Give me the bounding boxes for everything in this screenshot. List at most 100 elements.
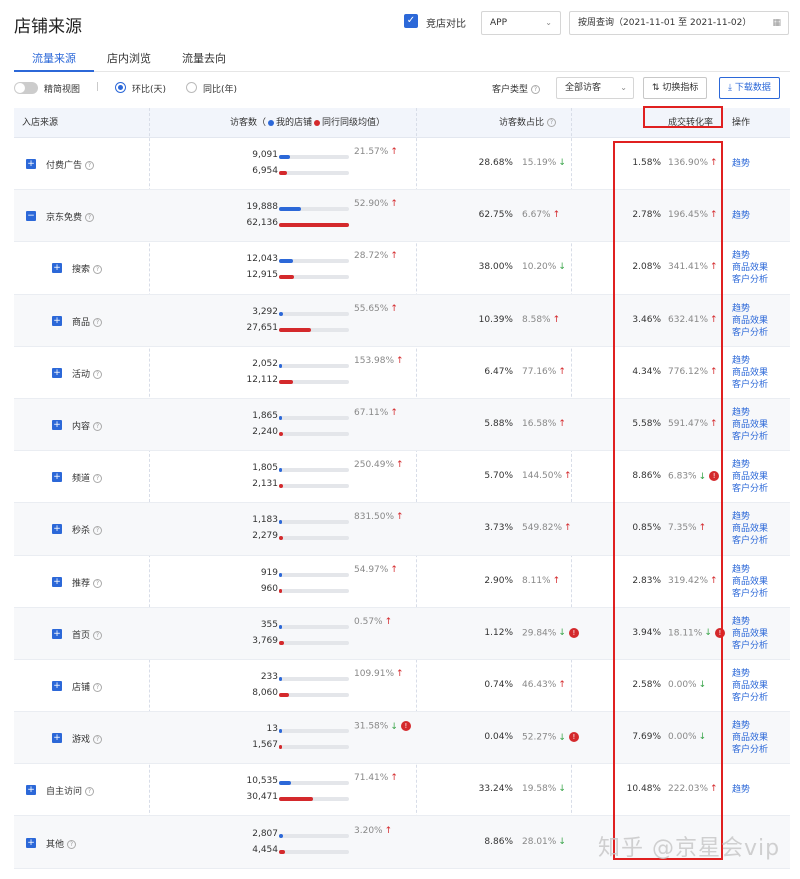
arrow-down-icon: ↓ xyxy=(558,628,566,639)
customer-type-select[interactable]: 全部访客 ⌄ xyxy=(556,77,634,99)
peer-visitors-bar xyxy=(279,327,349,332)
expand-icon[interactable]: + xyxy=(26,837,36,848)
my-visitors-bar xyxy=(279,468,349,473)
expand-icon[interactable]: + xyxy=(52,680,62,691)
arrow-up-icon: ↑ xyxy=(564,471,572,482)
customer-analysis-link[interactable]: 客户分析 xyxy=(732,483,768,495)
peer-visitors-bar xyxy=(279,379,349,384)
trend-link[interactable]: 趋势 xyxy=(732,511,768,523)
my-visitors-bar xyxy=(279,781,349,786)
peer-visitors-bar-fill xyxy=(279,275,294,280)
my-visitors-bar xyxy=(279,729,349,734)
customer-analysis-link[interactable]: 客户分析 xyxy=(732,692,768,704)
visitor-share-value: 1.12% xyxy=(484,627,513,638)
trend-link[interactable]: 趋势 xyxy=(732,250,768,262)
visitors-change-value: 0.57% xyxy=(354,616,383,627)
customer-analysis-link[interactable]: 客户分析 xyxy=(732,431,768,443)
trend-link[interactable]: 趋势 xyxy=(732,616,768,628)
trend-link[interactable]: 趋势 xyxy=(732,459,768,471)
tab-traffic-destination[interactable]: 流量去向 xyxy=(182,50,226,66)
switch-metric-button[interactable]: ⇅ 切换指标 xyxy=(643,77,708,99)
yoy-compare-radio[interactable] xyxy=(186,82,197,93)
peer-visitors-bar xyxy=(279,849,349,854)
ring-compare-radio[interactable] xyxy=(115,82,126,93)
row-actions: 趋势 商品效果 客户分析 xyxy=(732,355,768,391)
expand-icon[interactable]: + xyxy=(52,315,62,326)
expand-icon[interactable]: + xyxy=(52,733,62,744)
peer-visitors-bar-fill xyxy=(279,223,349,228)
arrow-up-icon: ↑ xyxy=(552,314,561,325)
source-name-label: 首页 xyxy=(72,630,91,641)
peer-visitors-value: 2,131 xyxy=(252,479,278,490)
customer-analysis-link[interactable]: 客户分析 xyxy=(732,274,768,286)
tab-in-store-browse[interactable]: 店内浏览 xyxy=(107,50,151,66)
expand-icon[interactable]: + xyxy=(52,472,62,483)
trend-link[interactable]: 趋势 xyxy=(732,210,750,222)
trend-link[interactable]: 趋势 xyxy=(732,158,750,170)
compare-checkbox[interactable]: ✓ xyxy=(404,14,418,28)
source-name-label: 其他 xyxy=(46,839,65,850)
arrow-down-icon: ↓ xyxy=(558,784,566,795)
visitors-change: 55.65% ↑ xyxy=(354,304,398,314)
expand-icon[interactable]: + xyxy=(52,367,62,378)
peer-visitors-value: 960 xyxy=(260,583,278,594)
expand-icon[interactable]: + xyxy=(26,785,36,796)
product-effect-link[interactable]: 商品效果 xyxy=(732,471,768,483)
product-effect-link[interactable]: 商品效果 xyxy=(732,576,768,588)
download-button[interactable]: ⤓ 下载数据 xyxy=(719,77,780,99)
tab-traffic-source[interactable]: 流量来源 xyxy=(32,50,76,66)
visitor-share-change: 28.01% ↓ xyxy=(522,837,566,847)
expand-icon[interactable]: + xyxy=(52,524,62,535)
col-visitors: 访客数（ 我的店铺 同行同级均值） xyxy=(230,118,386,128)
trend-link[interactable]: 趋势 xyxy=(732,720,768,732)
product-effect-link[interactable]: 商品效果 xyxy=(732,262,768,274)
source-name-label: 京东免费 xyxy=(46,213,83,224)
expand-icon[interactable]: + xyxy=(52,576,62,587)
trend-link[interactable]: 趋势 xyxy=(732,355,768,367)
product-effect-link[interactable]: 商品效果 xyxy=(732,628,768,640)
trend-link[interactable]: 趋势 xyxy=(732,784,750,796)
expand-icon[interactable]: + xyxy=(26,159,36,170)
expand-icon[interactable]: + xyxy=(52,628,62,639)
peer-visitors-value: 2,279 xyxy=(252,531,278,542)
source-name: 秒杀? xyxy=(72,523,103,536)
customer-analysis-link[interactable]: 客户分析 xyxy=(732,588,768,600)
collapse-icon[interactable]: − xyxy=(26,211,36,222)
help-icon: ? xyxy=(85,213,95,223)
simple-view-toggle[interactable] xyxy=(14,82,38,94)
peer-visitors-value: 12,915 xyxy=(246,270,279,281)
my-visitors-bar xyxy=(279,676,349,681)
arrow-up-icon: ↑ xyxy=(390,147,398,158)
customer-analysis-link[interactable]: 客户分析 xyxy=(732,327,768,339)
product-effect-link[interactable]: 商品效果 xyxy=(732,315,768,327)
expand-icon[interactable]: + xyxy=(52,263,62,274)
arrow-up-icon: ↑ xyxy=(390,564,398,575)
visitors-change-value: 153.98% xyxy=(354,355,395,366)
product-effect-link[interactable]: 商品效果 xyxy=(732,523,768,535)
my-visitors-bar xyxy=(279,833,349,838)
expand-icon[interactable]: + xyxy=(52,420,62,431)
customer-analysis-link[interactable]: 客户分析 xyxy=(732,640,768,652)
source-name-label: 付费广告 xyxy=(46,161,83,172)
product-effect-link[interactable]: 商品效果 xyxy=(732,680,768,692)
my-visitors-bar-fill xyxy=(279,259,293,264)
product-effect-link[interactable]: 商品效果 xyxy=(732,419,768,431)
trend-link[interactable]: 趋势 xyxy=(732,407,768,419)
calendar-icon: ▦ xyxy=(772,18,781,28)
date-range-select[interactable]: 按周查询（2021-11-01 至 2021-11-02） ▦ xyxy=(569,11,789,35)
source-name-label: 搜索 xyxy=(72,265,91,276)
platform-select[interactable]: APP ⌄ xyxy=(481,11,561,35)
trend-link[interactable]: 趋势 xyxy=(732,668,768,680)
visitors-change-value: 831.50% xyxy=(354,512,395,523)
trend-link[interactable]: 趋势 xyxy=(732,564,768,576)
customer-analysis-link[interactable]: 客户分析 xyxy=(732,744,768,756)
product-effect-link[interactable]: 商品效果 xyxy=(732,367,768,379)
arrow-down-icon: ↓ xyxy=(558,732,566,743)
peer-visitors-bar-fill xyxy=(279,379,293,384)
my-visitors-bar-fill xyxy=(279,729,282,734)
row-actions: 趋势 商品效果 客户分析 xyxy=(732,720,768,756)
trend-link[interactable]: 趋势 xyxy=(732,303,768,315)
customer-analysis-link[interactable]: 客户分析 xyxy=(732,379,768,391)
product-effect-link[interactable]: 商品效果 xyxy=(732,732,768,744)
customer-analysis-link[interactable]: 客户分析 xyxy=(732,535,768,547)
